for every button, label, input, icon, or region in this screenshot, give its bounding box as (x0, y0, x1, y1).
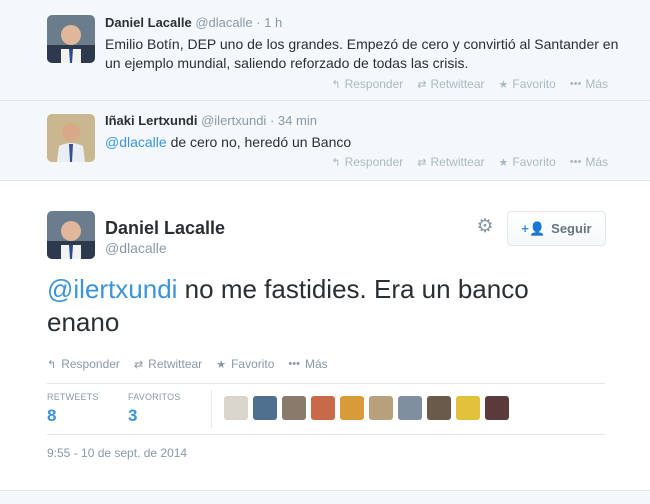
reply-label: Responder (61, 357, 120, 371)
favoriter-avatar[interactable] (398, 396, 422, 420)
add-person-icon: +👤 (521, 220, 546, 236)
author-name[interactable]: Iñaki Lertxundi (105, 113, 197, 128)
retweet-icon: ⇄ (417, 156, 427, 169)
tweet-header: Iñaki Lertxundi @ilertxundi · 34 min (105, 113, 620, 129)
retweets-label: RETWEETS (47, 392, 99, 402)
more-button[interactable]: ••• Más (570, 77, 608, 91)
favorite-label: Favorito (231, 357, 275, 371)
favorite-label: Favorito (512, 77, 556, 91)
more-dots-icon: ••• (569, 156, 582, 168)
mention-link[interactable]: @ilertxundi (47, 274, 177, 304)
favoriter-avatar[interactable] (485, 396, 509, 420)
retweet-button[interactable]: ⇄ Retwittear (134, 357, 202, 371)
retweet-label: Retwittear (430, 155, 485, 169)
retweet-button[interactable]: ⇄ Retwittear (417, 155, 484, 169)
favorites-stat[interactable]: FAVORITOS 3 (128, 392, 180, 426)
favorites-label: FAVORITOS (128, 392, 181, 402)
author-handle[interactable]: @dlacalle (105, 240, 167, 256)
favoriters-list (224, 396, 509, 420)
more-label: Más (585, 155, 608, 169)
more-label: Más (304, 357, 328, 371)
star-icon: ★ (216, 358, 227, 371)
favoriter-avatar[interactable] (456, 396, 480, 420)
avatar[interactable] (47, 15, 95, 63)
tweet-timestamp[interactable]: 9:55 - 10 de sept. de 2014 (47, 446, 187, 460)
tweet-time[interactable]: 1 h (264, 15, 282, 30)
favoriter-avatar[interactable] (224, 396, 248, 420)
retweets-count: 8 (47, 406, 57, 425)
retweet-icon: ⇄ (417, 78, 427, 91)
retweets-stat[interactable]: RETWEETS 8 (47, 392, 99, 426)
author-name[interactable]: Daniel Lacalle (105, 15, 192, 30)
tweet-text: @dlacalle de cero no, heredó un Banco (105, 133, 620, 152)
tweet-text: @ilertxundi no me fastidies. Era un banc… (47, 273, 587, 339)
context-tweet-2[interactable]: Iñaki Lertxundi @ilertxundi · 34 min @dl… (0, 101, 650, 181)
footer-strip (0, 490, 650, 504)
tweet-time[interactable]: 34 min (278, 113, 317, 128)
separator: · (256, 15, 261, 30)
divider (47, 434, 605, 435)
retweet-icon: ⇄ (133, 358, 144, 371)
more-button[interactable]: ••• Más (570, 155, 608, 169)
more-label: Más (585, 77, 608, 91)
reply-label: Responder (344, 77, 404, 91)
context-tweet-1[interactable]: Daniel Lacalle @dlacalle · 1 h Emilio Bo… (0, 0, 650, 101)
star-icon: ★ (498, 78, 509, 91)
reply-button[interactable]: ↰ Responder (331, 77, 403, 91)
reply-button[interactable]: ↰ Responder (331, 155, 403, 169)
reply-icon: ↰ (331, 78, 341, 91)
tweet-actions: ↰ Responder ⇄ Retwittear ★ Favorito ••• Más (331, 155, 608, 169)
reply-button[interactable]: ↰ Responder (47, 357, 120, 371)
more-dots-icon: ••• (569, 78, 582, 90)
favorite-button[interactable]: ★ Favorito (216, 357, 274, 371)
favorite-button[interactable]: ★ Favorito (499, 77, 556, 91)
reply-label: Responder (344, 155, 404, 169)
divider (47, 383, 605, 384)
favoriter-avatar[interactable] (340, 396, 364, 420)
favoriter-avatar[interactable] (282, 396, 306, 420)
tweet-header: Daniel Lacalle @dlacalle · 1 h (105, 15, 620, 31)
author-handle[interactable]: @dlacalle (195, 15, 252, 30)
favoriter-avatar[interactable] (427, 396, 451, 420)
follow-button[interactable]: +👤 Seguir (507, 211, 606, 246)
reply-icon: ↰ (331, 156, 341, 169)
retweet-label: Retwittear (148, 357, 203, 371)
author-handle[interactable]: @ilertxundi (201, 113, 266, 128)
reply-icon: ↰ (47, 358, 57, 371)
mention-link[interactable]: @dlacalle (105, 134, 167, 150)
avatar[interactable] (47, 114, 95, 162)
divider (211, 390, 212, 428)
tweet-actions: ↰ Responder ⇄ Retwittear ★ Favorito ••• Más (47, 357, 328, 371)
favorites-count: 3 (128, 406, 138, 425)
tweet-text: Emilio Botín, DEP uno de los grandes. Em… (105, 36, 619, 71)
favoriter-avatar[interactable] (253, 396, 277, 420)
follow-label: Seguir (551, 221, 592, 236)
favoriter-avatar[interactable] (311, 396, 335, 420)
more-dots-icon: ••• (288, 358, 300, 370)
favorite-button[interactable]: ★ Favorito (499, 155, 556, 169)
retweet-button[interactable]: ⇄ Retwittear (417, 77, 484, 91)
more-button[interactable]: ••• Más (288, 357, 327, 371)
separator: · (269, 113, 275, 128)
retweet-label: Retwittear (430, 77, 485, 91)
tweet-text-body: de cero no, heredó un Banco (166, 134, 352, 150)
author-name[interactable]: Daniel Lacalle (105, 218, 225, 239)
favoriter-avatar[interactable] (369, 396, 393, 420)
favorite-label: Favorito (512, 155, 556, 169)
star-icon: ★ (498, 156, 509, 169)
tweet-actions: ↰ Responder ⇄ Retwittear ★ Favorito ••• Más (331, 77, 608, 91)
avatar[interactable] (47, 211, 95, 259)
gear-icon[interactable]: ⚙ (475, 216, 495, 238)
